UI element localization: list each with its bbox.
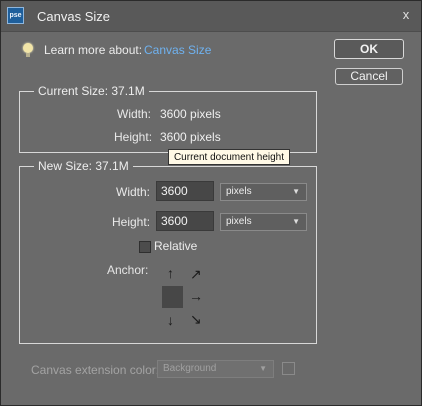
window-title: Canvas Size bbox=[37, 9, 110, 24]
canvas-size-dialog: pse Canvas Size x Learn more about: Canv… bbox=[0, 0, 422, 406]
height-unit-select[interactable]: pixels ▼ bbox=[220, 213, 307, 231]
close-icon[interactable]: x bbox=[399, 8, 413, 22]
relative-checkbox[interactable] bbox=[139, 241, 151, 253]
arrow-down-icon[interactable]: ↓ bbox=[167, 313, 174, 327]
arrow-up-icon[interactable]: ↑ bbox=[167, 266, 174, 280]
arrow-down-right-icon[interactable]: ↘ bbox=[190, 312, 202, 326]
width-unit-value: pixels bbox=[226, 186, 252, 197]
learn-more-label: Learn more about: bbox=[44, 43, 143, 57]
current-height-label: Height: bbox=[114, 130, 153, 144]
arrow-right-icon[interactable]: → bbox=[189, 289, 203, 303]
extension-color-swatch[interactable] bbox=[282, 362, 295, 375]
height-unit-value: pixels bbox=[226, 216, 252, 227]
current-height-value: 3600 pixels bbox=[160, 130, 221, 144]
pse-app-icon: pse bbox=[7, 7, 24, 24]
relative-label[interactable]: Relative bbox=[154, 239, 197, 253]
chevron-down-icon: ▼ bbox=[292, 217, 300, 226]
new-width-input[interactable]: 3600 bbox=[156, 181, 214, 201]
anchor-label: Anchor: bbox=[107, 263, 149, 277]
extension-color-select[interactable]: Background ▼ bbox=[157, 360, 274, 378]
chevron-down-icon: ▼ bbox=[292, 187, 300, 196]
new-width-label: Width: bbox=[116, 185, 151, 199]
current-width-value: 3600 pixels bbox=[160, 107, 221, 121]
current-size-legend: Current Size: 37.1M bbox=[34, 84, 149, 98]
title-bar[interactable]: pse Canvas Size x bbox=[1, 1, 421, 32]
lightbulb-icon bbox=[23, 43, 33, 57]
ok-button[interactable]: OK bbox=[334, 39, 404, 59]
cancel-button[interactable]: Cancel bbox=[335, 68, 403, 85]
current-width-label: Width: bbox=[117, 107, 152, 121]
learn-more-link[interactable]: Canvas Size bbox=[144, 43, 211, 57]
extension-color-label: Canvas extension color: bbox=[31, 363, 160, 377]
new-height-input[interactable]: 3600 bbox=[156, 211, 214, 231]
arrow-up-right-icon[interactable]: ↗ bbox=[190, 267, 202, 281]
chevron-down-icon: ▼ bbox=[259, 364, 267, 373]
new-size-legend: New Size: 37.1M bbox=[34, 159, 133, 173]
height-tooltip: Current document height bbox=[168, 149, 290, 165]
extension-color-value: Background bbox=[163, 363, 217, 374]
new-height-label: Height: bbox=[112, 215, 151, 229]
anchor-center-cell[interactable] bbox=[162, 286, 183, 308]
width-unit-select[interactable]: pixels ▼ bbox=[220, 183, 307, 201]
